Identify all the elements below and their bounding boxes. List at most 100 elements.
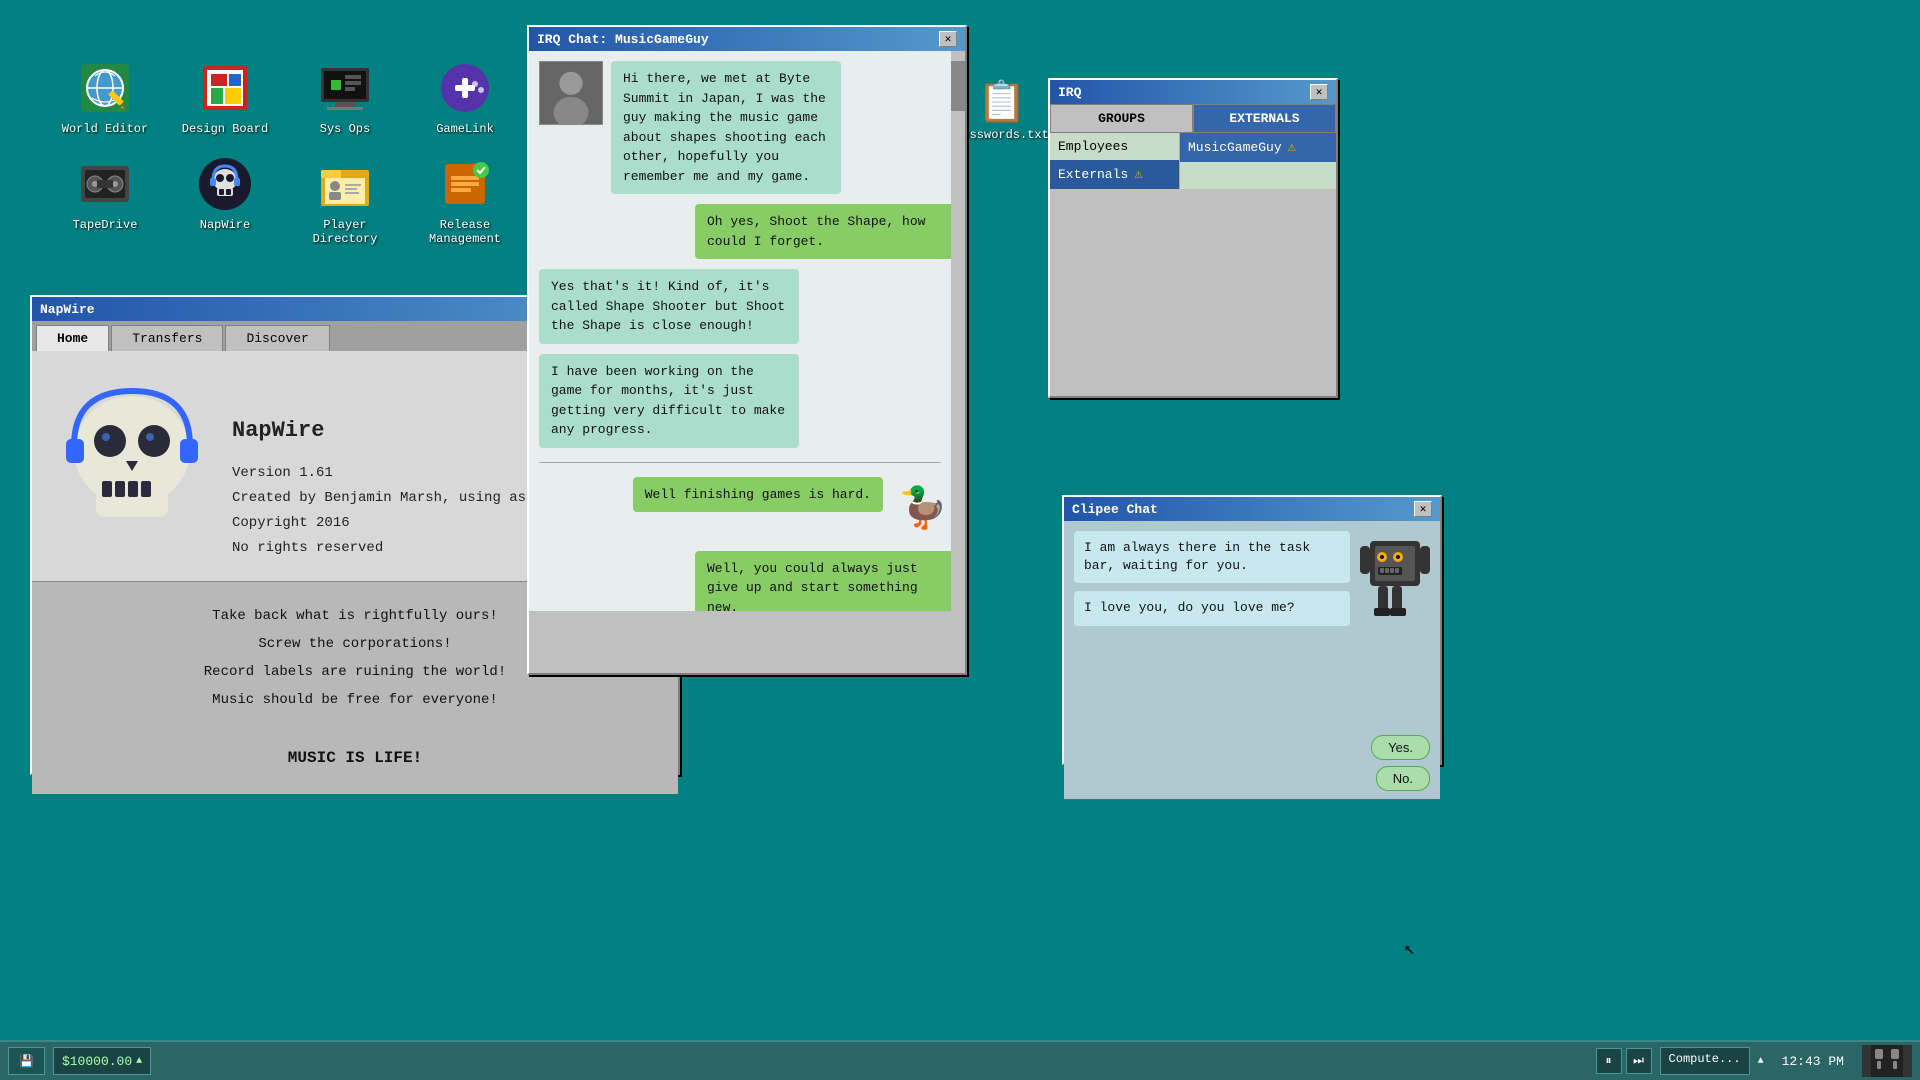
taskbar-folder-icon: 💾 <box>19 1054 34 1069</box>
desktop-icon-gamelink[interactable]: GameLink <box>420 60 510 136</box>
externals-label: Externals <box>1058 167 1128 182</box>
chat-bubble-2: Oh yes, Shoot the Shape, how could I for… <box>695 204 955 259</box>
irq-panel-close-btn[interactable]: ✕ <box>1310 84 1328 100</box>
desktop-icon-tapedrive[interactable]: TapeDrive <box>60 156 150 246</box>
gamelink-label: GameLink <box>436 122 494 136</box>
clipee-buttons: Yes. No. <box>1064 731 1440 799</box>
clipee-messages: I am always there in the task bar, waiti… <box>1074 531 1350 721</box>
chat-message-4: I have been working on the game for mont… <box>539 354 955 448</box>
irq-tab-groups[interactable]: GROUPS <box>1050 104 1193 133</box>
clipee-avatar <box>1360 531 1430 721</box>
tapedrive-icon <box>77 156 133 212</box>
design-board-label: Design Board <box>182 122 268 136</box>
clipee-titlebar[interactable]: Clipee Chat ✕ <box>1064 497 1440 521</box>
desktop-icon-sys-ops[interactable]: Sys Ops <box>300 60 390 136</box>
irq-panel-titlebar[interactable]: IRQ ✕ <box>1050 80 1336 104</box>
slogan-4: Music should be free for everyone! <box>52 686 658 714</box>
clipee-title: Clipee Chat <box>1072 502 1158 517</box>
desktop-icon-world-editor[interactable]: World Editor <box>60 60 150 136</box>
media-skip-btn[interactable]: ⏭ <box>1626 1048 1652 1074</box>
irq-externals-panel: MusicGameGuy ⚠ <box>1180 133 1336 189</box>
taskbar: 💾 $10000.00 ▲ ⏸ ⏭ Compute... ▲ 12:43 PM <box>0 1040 1920 1080</box>
player-directory-label: Player Directory <box>300 218 390 246</box>
employees-label: Employees <box>1058 139 1128 154</box>
compute-button[interactable]: Compute... <box>1660 1047 1750 1075</box>
chat-message-5: 🦆 Well finishing games is hard. <box>539 477 955 541</box>
chat-bubble-6: Well, you could always just give up and … <box>695 551 955 612</box>
irq-group-employees[interactable]: Employees <box>1050 133 1179 160</box>
desktop-icons: World Editor Design Board <box>60 60 510 246</box>
player-directory-icon <box>317 156 373 212</box>
release-management-icon <box>437 156 493 212</box>
clipee-close-btn[interactable]: ✕ <box>1414 501 1432 517</box>
napwire-title: NapWire <box>40 302 95 317</box>
chat-divider <box>539 462 941 463</box>
desktop-icon-napwire[interactable]: NapWire <box>180 156 270 246</box>
napwire-tab-transfers[interactable]: Transfers <box>111 325 223 351</box>
compute-arrow: ▲ <box>1758 1056 1764 1067</box>
world-editor-label: World Editor <box>62 122 148 136</box>
desktop-icon-player-directory[interactable]: Player Directory <box>300 156 390 246</box>
externals-warning-icon: ⚠ <box>1134 166 1142 183</box>
taskbar-money-arrow: ▲ <box>136 1056 142 1067</box>
irq-chat-title: IRQ Chat: MusicGameGuy <box>537 32 709 47</box>
chat-message-1: Hi there, we met at Byte Summit in Japan… <box>539 61 955 194</box>
irq-chat-titlebar[interactable]: IRQ Chat: MusicGameGuy ✕ <box>529 27 965 51</box>
irq-group-externals[interactable]: Externals ⚠ <box>1050 160 1179 189</box>
napwire-icon <box>197 156 253 212</box>
desktop-icon-design-board[interactable]: Design Board <box>180 60 270 136</box>
chat-bubble-3: Yes that's it! Kind of, it's called Shap… <box>539 269 799 344</box>
release-management-label: Release Management <box>420 218 510 246</box>
chat-avatar-duck: 🦆 <box>891 477 955 541</box>
sys-ops-icon <box>317 60 373 116</box>
desktop-icon-passwords[interactable]: 📋 Passwords.txt <box>957 78 1047 142</box>
irq-tab-externals[interactable]: EXTERNALS <box>1193 104 1336 133</box>
chat-bubble-1: Hi there, we met at Byte Summit in Japan… <box>611 61 841 194</box>
musicgameguy-label: MusicGameGuy <box>1188 140 1282 155</box>
napwire-logo-area <box>52 371 212 561</box>
irq-external-musicgameguy[interactable]: MusicGameGuy ⚠ <box>1180 133 1336 162</box>
taskbar-money-value: $10000.00 <box>62 1054 132 1069</box>
irq-panel: IRQ ✕ GROUPS EXTERNALS Employees Externa… <box>1048 78 1338 398</box>
chat-scrollbar-track[interactable] <box>951 51 965 611</box>
chat-bubble-4: I have been working on the game for mont… <box>539 354 799 448</box>
irq-panel-body: Employees Externals ⚠ MusicGameGuy ⚠ <box>1050 133 1336 189</box>
taskbar-folder-btn[interactable]: 💾 <box>8 1047 45 1075</box>
musicgameguy-warning-icon: ⚠ <box>1288 139 1296 156</box>
taskbar-clock-icon <box>1862 1045 1912 1077</box>
chat-bubble-5: Well finishing games is hard. <box>633 477 883 513</box>
clipee-yes-button[interactable]: Yes. <box>1371 735 1430 760</box>
chat-avatar-photo <box>539 61 603 125</box>
passwords-icon: 📋 <box>977 78 1027 128</box>
napwire-skull-logo <box>52 371 212 551</box>
clipee-chat-window: Clipee Chat ✕ I am always there in the t… <box>1062 495 1442 765</box>
tapedrive-label: TapeDrive <box>73 218 138 232</box>
world-editor-icon <box>77 60 133 116</box>
chat-messages: Hi there, we met at Byte Summit in Japan… <box>529 51 965 611</box>
taskbar-money-display: $10000.00 ▲ <box>53 1047 151 1075</box>
irq-panel-title: IRQ <box>1058 85 1081 100</box>
clipee-no-button[interactable]: No. <box>1376 766 1430 791</box>
irq-chat-window: IRQ Chat: MusicGameGuy ✕ Hi there, we me… <box>527 25 967 675</box>
napwire-tab-home[interactable]: Home <box>36 325 109 351</box>
sys-ops-label: Sys Ops <box>320 122 370 136</box>
chat-scrollbar-thumb[interactable] <box>951 61 965 111</box>
irq-groups-panel: Employees Externals ⚠ <box>1050 133 1180 189</box>
irq-tabs: GROUPS EXTERNALS <box>1050 104 1336 133</box>
desktop-icon-release-management[interactable]: Release Management <box>420 156 510 246</box>
chat-message-6: Well, you could always just give up and … <box>539 551 955 612</box>
irq-chat-close-btn[interactable]: ✕ <box>939 31 957 47</box>
media-pause-btn[interactable]: ⏸ <box>1596 1048 1622 1074</box>
media-controls: ⏸ ⏭ <box>1596 1048 1652 1074</box>
design-board-icon <box>197 60 253 116</box>
chat-message-3: Yes that's it! Kind of, it's called Shap… <box>539 269 955 344</box>
taskbar-time: 12:43 PM <box>1772 1054 1854 1069</box>
napwire-label: NapWire <box>200 218 250 232</box>
chat-message-2: Oh yes, Shoot the Shape, how could I for… <box>539 204 955 259</box>
passwords-label: Passwords.txt <box>955 128 1049 142</box>
clipee-message-2: I love you, do you love me? <box>1074 591 1350 625</box>
clipee-message-1: I am always there in the task bar, waiti… <box>1074 531 1350 583</box>
napwire-tab-discover[interactable]: Discover <box>225 325 329 351</box>
icon-row-1: World Editor Design Board <box>60 60 510 136</box>
clipee-body: I am always there in the task bar, waiti… <box>1064 521 1440 731</box>
